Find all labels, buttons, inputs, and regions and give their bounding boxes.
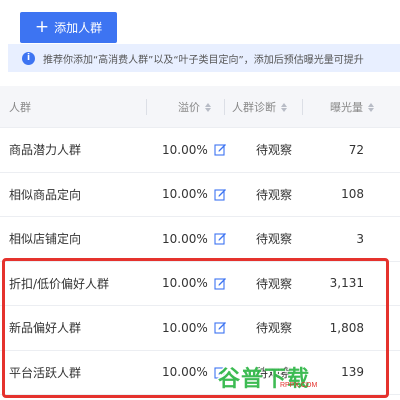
audience-name: 折扣/低价偏好人群 [9,276,110,291]
sort-icon[interactable] [205,102,211,112]
premium-cell: 10.00% [162,217,227,261]
table-row: 折扣/低价偏好人群 10.00% 待观察 3,131 [0,262,400,306]
exposure-value: 108 [341,187,364,202]
diagnosis-status: 待观察 [256,232,293,247]
audience-name: 平台活跃人群 [9,365,82,380]
premium-cell: 10.00% [162,262,227,306]
diagnosis-status: 待观察 [256,187,293,202]
diagnosis-status: 待观察 [256,143,293,158]
audience-name: 商品潜力人群 [9,143,82,158]
premium-value: 10.00% [162,231,208,246]
premium-value: 10.00% [162,365,208,380]
edit-icon[interactable] [214,143,227,156]
edit-icon[interactable] [214,232,227,245]
edit-icon[interactable] [214,321,227,334]
edit-icon[interactable] [214,366,227,379]
table-row: 相似店铺定向 10.00% 待观察 3 [0,217,400,262]
audience-table: 人群 溢价 人群诊断 曝光量 商品潜力人群 10.00% 待观察 72 相似商品… [0,86,400,395]
column-header-exposure[interactable]: 曝光量 [330,86,374,128]
premium-value: 10.00% [162,187,208,202]
recommendation-tip: i 推荐你添加“高消费人群”以及“叶子类目定向”，添加后预估曝光量可提升 [8,44,400,72]
exposure-value: 139 [341,365,364,380]
sort-icon[interactable] [368,102,374,112]
diagnosis-status: 待观察 [256,276,293,291]
column-header-diagnosis[interactable]: 人群诊断 [232,86,287,128]
premium-value: 10.00% [162,142,208,157]
plus-icon: + [34,17,50,37]
exposure-value: 3,131 [329,276,364,291]
table-row: 平台活跃人群 10.00% 待观察 139 [0,351,400,395]
column-divider [302,99,303,115]
edit-icon[interactable] [214,188,227,201]
info-icon: i [22,51,35,65]
diagnosis-status: 待观察 [256,365,293,380]
diagnosis-status: 待观察 [256,321,293,336]
exposure-value: 72 [348,142,364,157]
table-row: 新品偏好人群 10.00% 待观察 1,808 [0,306,400,351]
table-row: 商品潜力人群 10.00% 待观察 72 [0,128,400,173]
premium-value: 10.00% [162,276,208,291]
add-audience-button[interactable]: + 添加人群 [20,12,117,43]
premium-cell: 10.00% [162,306,227,350]
audience-name: 相似店铺定向 [9,232,82,247]
sort-icon[interactable] [281,102,287,112]
column-header-name: 人群 [9,101,31,114]
tip-text: 推荐你添加“高消费人群”以及“叶子类目定向”，添加后预估曝光量可提升 [43,54,364,66]
audience-name: 相似商品定向 [9,187,82,202]
edit-icon[interactable] [214,277,227,290]
exposure-value: 3 [356,231,364,246]
premium-value: 10.00% [162,320,208,335]
column-divider [146,99,147,115]
exposure-value: 1,808 [329,320,364,335]
premium-cell: 10.00% [162,351,227,395]
premium-cell: 10.00% [162,128,227,172]
column-header-premium[interactable]: 溢价 [178,86,211,128]
column-divider [224,99,225,115]
audience-name: 新品偏好人群 [9,321,82,336]
table-header: 人群 溢价 人群诊断 曝光量 [0,86,400,128]
table-row: 相似商品定向 10.00% 待观察 108 [0,173,400,217]
premium-cell: 10.00% [162,173,227,217]
add-audience-label: 添加人群 [54,21,103,35]
